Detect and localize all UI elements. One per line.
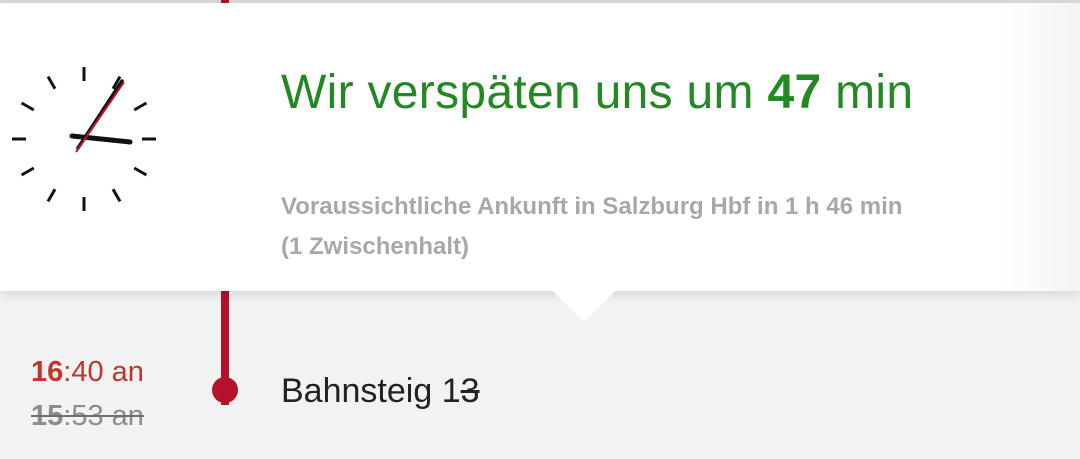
new-arrival-hour: 16 [31, 356, 64, 388]
platform-old: 3 [460, 372, 480, 410]
scheduled-arrival-hour: 15 [31, 400, 64, 432]
platform-new: 1 [441, 372, 461, 410]
delay-unit: min [835, 66, 914, 119]
clock-icon [12, 67, 156, 211]
scheduled-arrival-time: 15:53 an [31, 400, 144, 433]
arrival-estimate-line: Voraussichtliche Ankunft in Salzburg Hbf… [281, 193, 903, 220]
scheduled-arrival-minutes: :53 [63, 400, 104, 432]
platform-info: Bahnsteig 13 [281, 372, 480, 411]
arrival-estimate: Voraussichtliche Ankunft in Salzburg Hbf… [281, 187, 1041, 267]
intermediate-stops-count: (1 Zwischenhalt) [281, 233, 470, 260]
scheduled-arrival-suffix: an [111, 400, 144, 432]
delay-headline-text: Wir verspäten uns um [281, 66, 754, 119]
delay-headline: Wir verspäten uns um 47 min [281, 65, 913, 120]
stop-marker [212, 377, 238, 403]
delay-minutes: 47 [767, 66, 822, 119]
delay-notice-card: Wir verspäten uns um 47 min Voraussichtl… [0, 3, 1080, 291]
card-pointer [552, 290, 616, 322]
new-arrival-minutes: :40 [63, 356, 104, 388]
new-arrival-time: 16:40 an [31, 356, 144, 389]
platform-label: Bahnsteig [281, 372, 433, 410]
new-arrival-suffix: an [111, 356, 144, 388]
